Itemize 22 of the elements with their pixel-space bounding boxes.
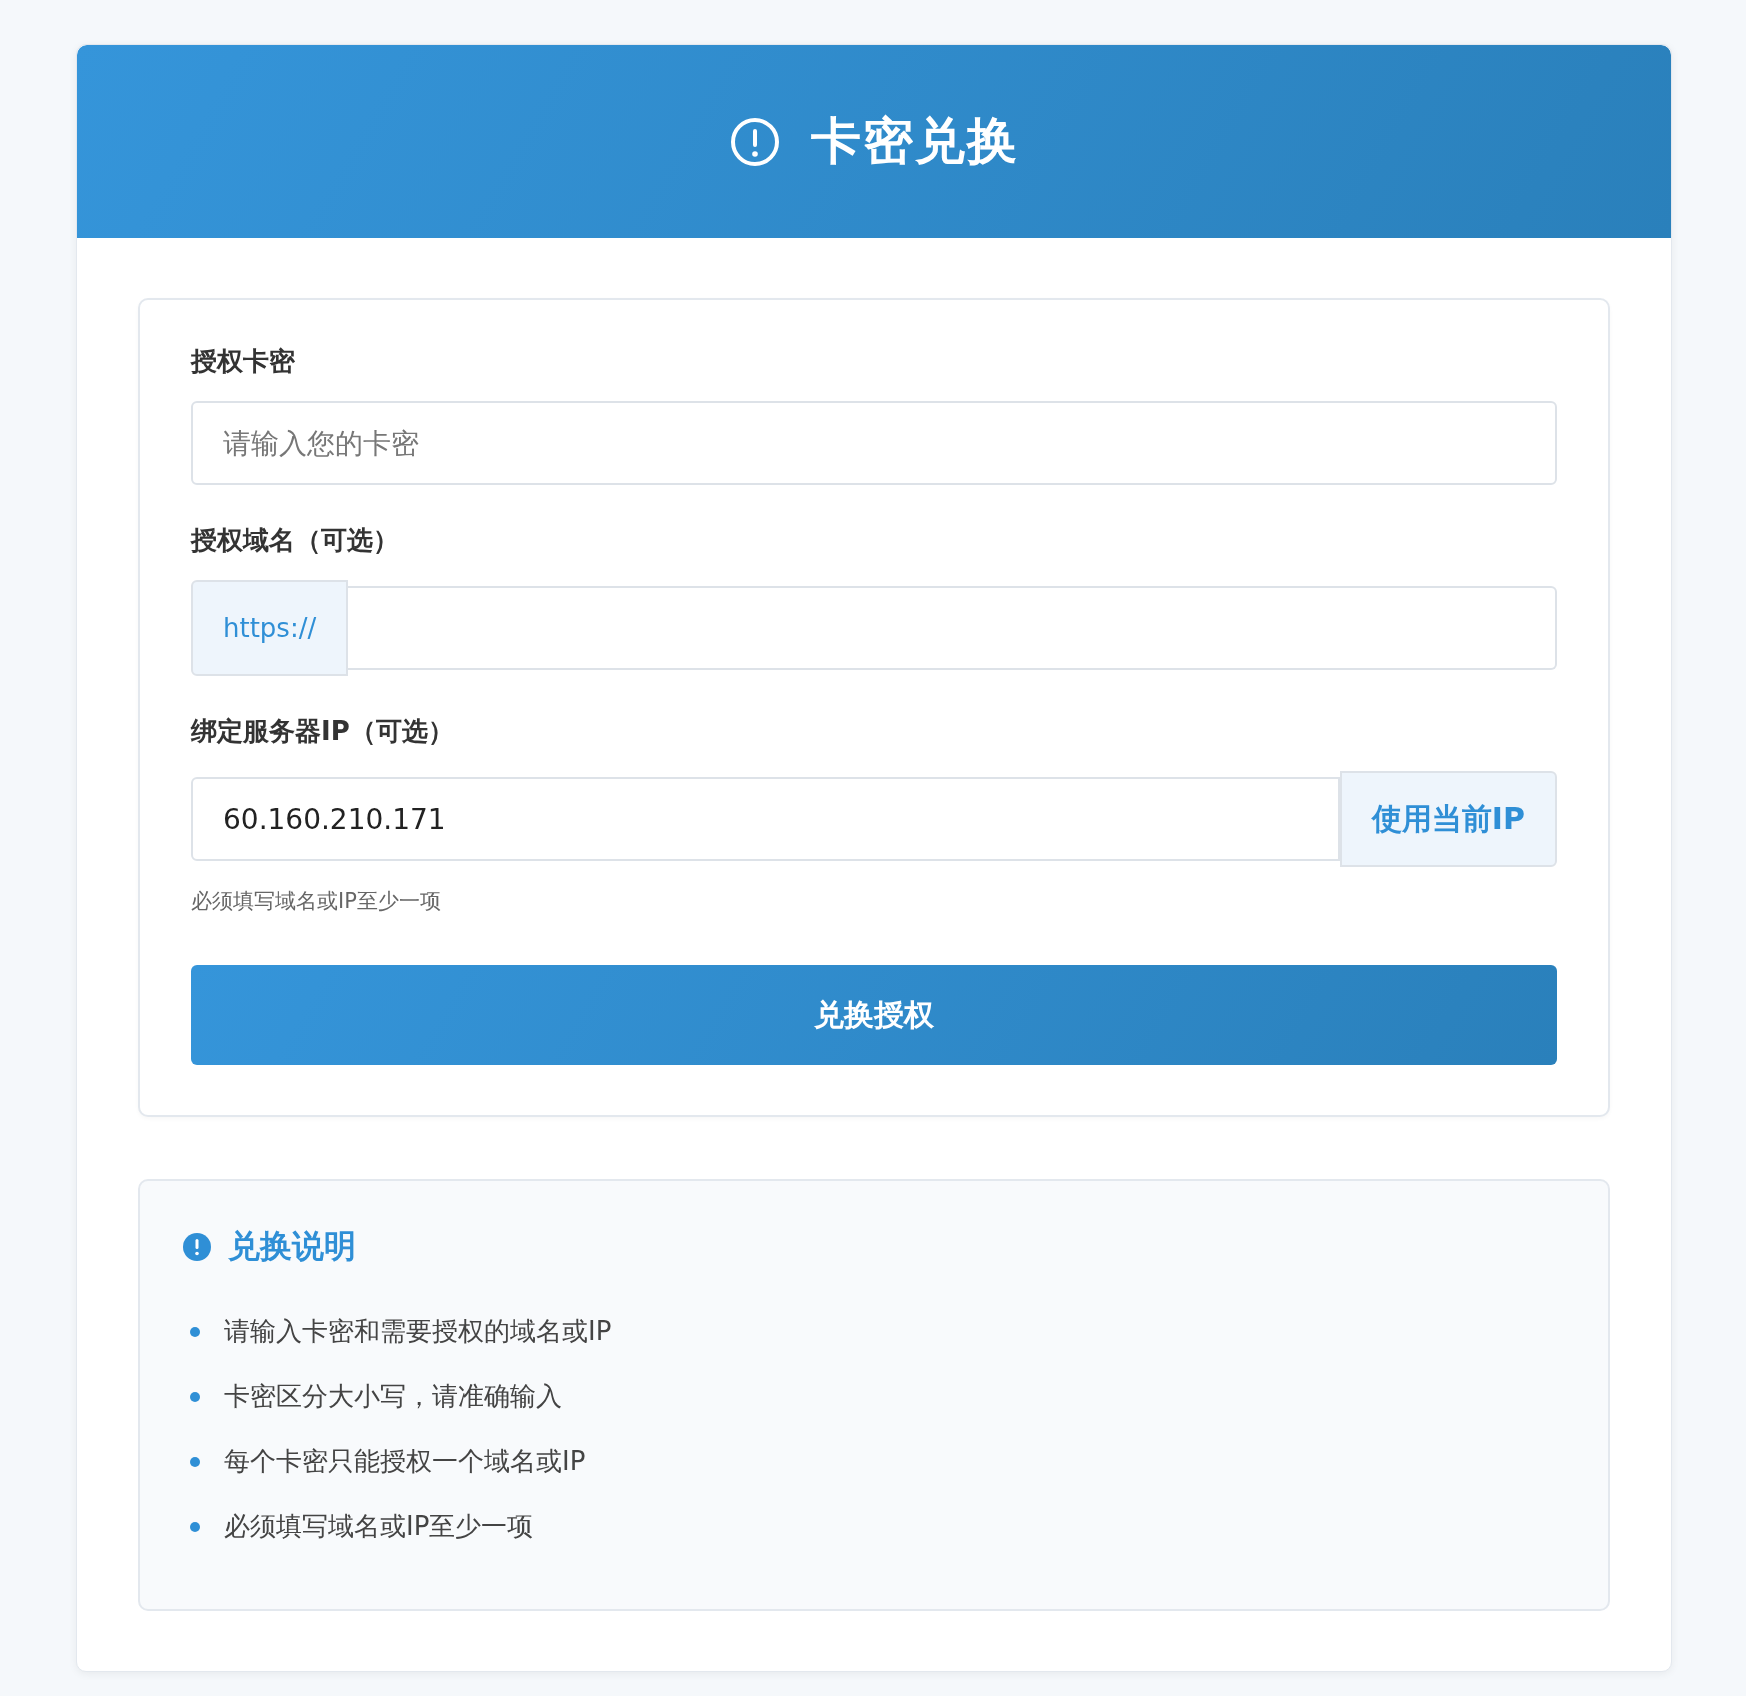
bullet-icon (190, 1521, 200, 1532)
hint-text: 必须填写域名或IP至少一项 (191, 888, 441, 915)
bullet-icon (190, 1326, 200, 1337)
notes-title: 兑换说明 (228, 1226, 356, 1267)
card-key-field[interactable]: 请输入您的卡密 (191, 401, 1557, 485)
bullet-icon (190, 1391, 200, 1402)
ip-field[interactable]: 60.160.210.171 (191, 777, 1340, 861)
note-text: 请输入卡密和需要授权的域名或IP (224, 1315, 612, 1348)
use-current-ip-button[interactable]: 使用当前IP (1339, 771, 1557, 867)
domain-field[interactable] (348, 586, 1557, 670)
alert-icon (729, 115, 781, 168)
page-title: 卡密兑换 (811, 111, 1019, 172)
note-text: 卡密区分大小写，请准确输入 (224, 1380, 562, 1413)
url-prefix: https:// (191, 580, 349, 676)
submit-button[interactable]: 兑换授权 (191, 965, 1557, 1065)
note-text: 必须填写域名或IP至少一项 (224, 1510, 534, 1543)
field-label: 绑定服务器IP（可选） (191, 715, 455, 748)
field-label: 授权卡密 (191, 345, 296, 378)
field-label: 授权域名（可选） (191, 524, 400, 557)
note-text: 每个卡密只能授权一个域名或IP (224, 1445, 586, 1478)
bullet-icon (190, 1456, 200, 1467)
alert-icon (182, 1232, 212, 1262)
